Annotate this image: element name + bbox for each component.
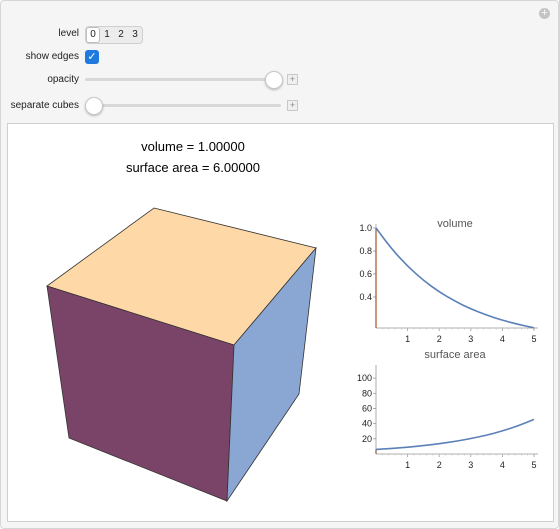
volume-chart: volume 1 2 3 4 5 0.4 0.6 0.8 1.0 — [359, 218, 538, 344]
y-tick-label: 0.8 — [359, 246, 372, 256]
chart-title: surface area — [424, 349, 486, 361]
x-tick-label: 5 — [531, 334, 536, 344]
opacity-slider-track[interactable] — [85, 78, 281, 81]
separate-cubes-label: separate cubes — [10, 100, 79, 111]
x-tick-label: 4 — [500, 460, 505, 470]
expand-plus-icon[interactable]: + — [539, 8, 550, 19]
x-tick-label: 4 — [500, 334, 505, 344]
y-tick-label: 1.0 — [359, 223, 372, 233]
x-tick-label: 3 — [468, 334, 473, 344]
series-line — [375, 227, 535, 329]
x-tick-label: 2 — [437, 334, 442, 344]
y-tick-label: 80 — [362, 388, 372, 398]
opacity-slider-thumb[interactable] — [265, 71, 283, 89]
level-label: level — [58, 28, 79, 39]
chart-title: volume — [437, 218, 472, 230]
x-tick-label: 2 — [437, 460, 442, 470]
surface-area-chart: surface area 1 2 3 4 5 20 40 60 80 100 — [357, 349, 538, 470]
cube-3d[interactable] — [46, 207, 317, 503]
y-tick-label: 60 — [362, 403, 372, 413]
y-tick-label: 0.4 — [359, 292, 372, 302]
app-frame: + level 0 1 2 3 show edges ✓ opacity + s… — [0, 0, 559, 529]
separate-cubes-plus-icon[interactable]: + — [287, 100, 298, 111]
level-option-3[interactable]: 3 — [128, 27, 142, 43]
output-panel: volume = 1.00000 surface area = 6.00000 … — [7, 123, 554, 522]
x-tick-label: 1 — [405, 460, 410, 470]
level-selector[interactable]: 0 1 2 3 — [85, 26, 143, 44]
y-tick-label: 40 — [362, 419, 372, 429]
graphics-canvas: volume 1 2 3 4 5 0.4 0.6 0.8 1.0 surface area 1 2 3 4… — [46, 207, 538, 503]
opacity-plus-icon[interactable]: + — [287, 74, 298, 85]
x-tick-label: 1 — [405, 334, 410, 344]
x-tick-label: 5 — [531, 460, 536, 470]
level-option-0[interactable]: 0 — [86, 27, 100, 43]
separate-cubes-slider-thumb[interactable] — [85, 97, 103, 115]
show-edges-label: show edges — [25, 51, 79, 62]
level-option-1[interactable]: 1 — [100, 27, 114, 43]
y-tick-label: 100 — [357, 373, 372, 383]
y-tick-label: 20 — [362, 434, 372, 444]
series-line — [375, 418, 535, 451]
x-tick-label: 3 — [468, 460, 473, 470]
y-tick-label: 0.6 — [359, 269, 372, 279]
separate-cubes-slider-track[interactable] — [85, 104, 281, 107]
show-edges-checkbox[interactable]: ✓ — [85, 50, 99, 64]
opacity-label: opacity — [47, 74, 79, 85]
level-option-2[interactable]: 2 — [114, 27, 128, 43]
